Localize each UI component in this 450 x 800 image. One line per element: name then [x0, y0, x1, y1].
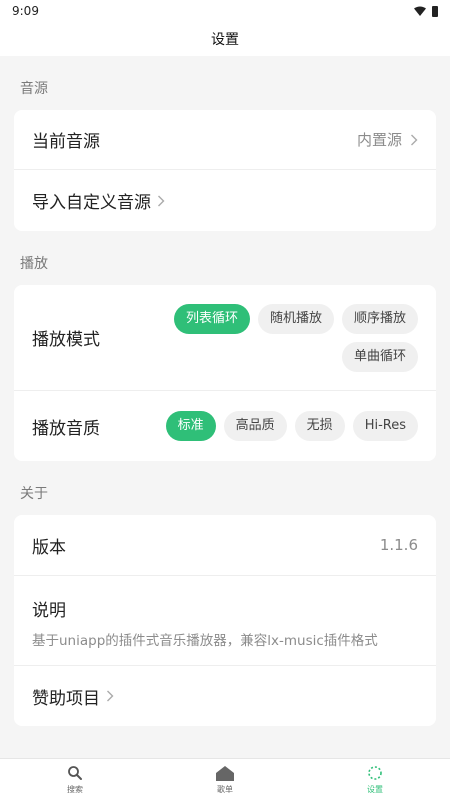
settings-icon [368, 765, 382, 780]
version-value: 1.1.6 [379, 536, 418, 554]
home-icon [216, 765, 234, 781]
tab-playlist-label: 歌单 [217, 784, 233, 794]
sponsor-row[interactable]: 赞助项目 [14, 666, 436, 726]
section-title-playback: 播放 [20, 256, 48, 272]
tab-playlist[interactable]: 歌单 [150, 765, 300, 795]
quality-option-high[interactable]: 高品质 [223, 411, 287, 441]
search-icon [68, 765, 82, 780]
import-source-label: 导入自定义音源 [32, 193, 151, 213]
current-source-value: 内置源 [356, 131, 402, 149]
status-bar: 9:09 [0, 0, 450, 22]
mode-option-sequential[interactable]: 顺序播放 [341, 303, 418, 334]
current-source-row[interactable]: 当前音源 内置源 [14, 110, 436, 170]
description-row: 说明 基于uniapp的插件式音乐播放器，兼容lx-music插件格式 [14, 576, 436, 666]
page-header: 设置 [0, 22, 450, 56]
sponsor-label: 赞助项目 [32, 688, 100, 709]
current-source-label: 当前音源 [32, 132, 100, 152]
play-quality-row: 播放音质 标准 高品质 无损 Hi-Res [14, 391, 436, 461]
version-row: 版本 1.1.6 [14, 515, 436, 576]
play-quality-options: 标准 高品质 无损 Hi-Res [153, 411, 418, 441]
description-text: 基于uniapp的插件式音乐播放器，兼容lx-music插件格式 [32, 633, 378, 649]
source-card: 当前音源 内置源 导入自定义音源 [14, 110, 436, 231]
description-label: 说明 [32, 601, 66, 621]
playback-card: 播放模式 列表循环 随机播放 顺序播放 单曲循环 播放音质 标准 高品质 无损 … [14, 285, 436, 461]
battery-icon [432, 5, 438, 17]
section-title-about: 关于 [20, 486, 48, 502]
play-mode-options: 列表循环 随机播放 顺序播放 单曲循环 [153, 303, 418, 372]
mode-option-shuffle[interactable]: 随机播放 [257, 303, 334, 334]
bottom-tab-bar: 搜索 歌单 设置 [0, 758, 450, 800]
tab-settings[interactable]: 设置 [300, 765, 450, 795]
play-mode-row: 播放模式 列表循环 随机播放 顺序播放 单曲循环 [14, 285, 436, 391]
status-time: 9:09 [12, 4, 39, 18]
chevron-right-icon [158, 195, 165, 206]
current-source-value-wrap: 内置源 [357, 129, 418, 150]
section-title-source: 音源 [20, 81, 48, 97]
chevron-right-icon [411, 134, 418, 145]
quality-option-hires[interactable]: Hi-Res [352, 411, 418, 441]
import-source-row[interactable]: 导入自定义音源 [14, 170, 436, 231]
mode-option-single-loop[interactable]: 单曲循环 [341, 341, 418, 372]
tab-settings-label: 设置 [367, 784, 383, 794]
status-icons [414, 5, 438, 17]
tab-search-label: 搜索 [67, 784, 83, 794]
play-quality-label: 播放音质 [32, 418, 100, 439]
quality-option-standard[interactable]: 标准 [165, 411, 216, 441]
tab-search[interactable]: 搜索 [0, 765, 150, 795]
version-label: 版本 [32, 537, 66, 558]
chevron-right-icon [107, 690, 114, 702]
page-title: 设置 [211, 32, 239, 48]
about-card: 版本 1.1.6 说明 基于uniapp的插件式音乐播放器，兼容lx-music… [14, 515, 436, 726]
play-mode-label: 播放模式 [32, 330, 100, 350]
mode-option-list-loop[interactable]: 列表循环 [173, 303, 250, 334]
quality-option-lossless[interactable]: 无损 [294, 411, 345, 441]
wifi-icon [414, 6, 426, 16]
settings-content: 音源 当前音源 内置源 导入自定义音源 播放 播放模式 列表循环 随机播放 顺序… [0, 56, 450, 726]
